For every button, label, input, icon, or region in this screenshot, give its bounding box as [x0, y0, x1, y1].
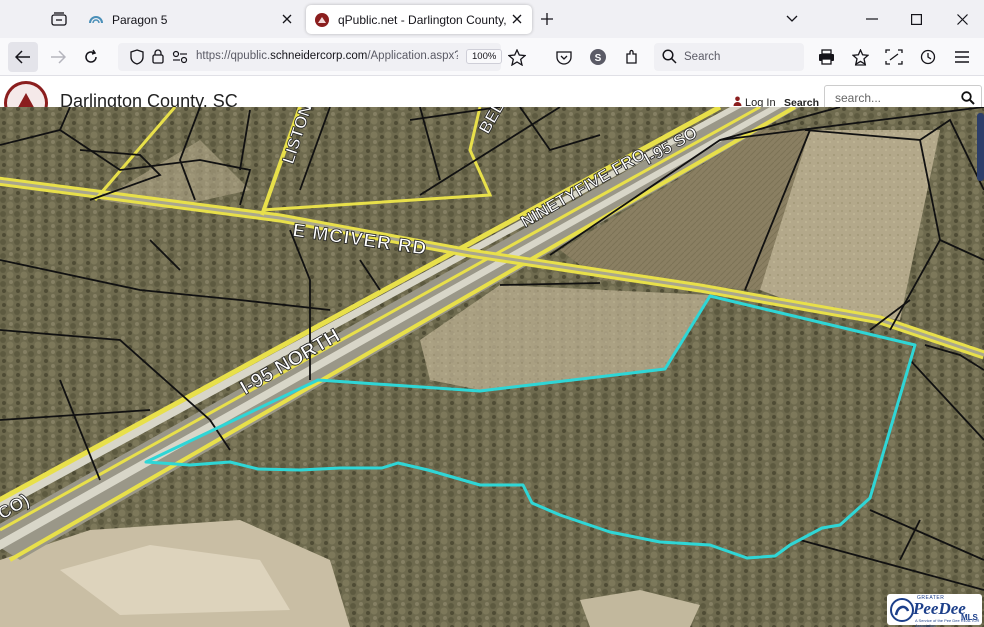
page-scrollbar[interactable]	[977, 113, 984, 181]
qpublic-icon	[314, 12, 330, 28]
tab-paragon[interactable]: Paragon 5	[80, 5, 302, 34]
site-search-input[interactable]	[835, 91, 955, 105]
peedee-mls-badge: GREATER PeeDee MLS A Service of the Pee …	[887, 594, 982, 627]
browser-search-bar[interactable]: Search	[654, 43, 804, 71]
bookmarks-star-icon[interactable]	[848, 45, 872, 69]
site-header: Darlington County, SC Log In Search	[0, 77, 984, 109]
print-icon[interactable]	[814, 45, 838, 69]
forward-button[interactable]	[46, 45, 70, 69]
svg-text:S: S	[595, 53, 602, 64]
shield-icon[interactable]	[130, 49, 144, 70]
close-tab-icon[interactable]	[510, 12, 524, 26]
address-bar[interactable]: https://qpublic.schneidercorp.com/Applic…	[118, 43, 503, 71]
back-button[interactable]	[8, 42, 38, 72]
county-seal-logo[interactable]	[4, 81, 48, 109]
account-avatar-icon[interactable]: S	[586, 45, 610, 69]
reload-button[interactable]	[79, 45, 103, 69]
list-all-tabs-icon[interactable]	[782, 9, 802, 29]
mls-logo-icon	[889, 597, 915, 623]
tab-title: qPublic.net - Darlington County, SC - Ma…	[338, 12, 510, 27]
new-tab-icon[interactable]	[538, 10, 556, 28]
tab-qpublic[interactable]: qPublic.net - Darlington County, SC - Ma…	[306, 5, 532, 34]
badge-tagline: A Service of the Pee Dee REALTOR Associa…	[915, 618, 980, 627]
close-tab-icon[interactable]	[280, 12, 294, 26]
browser-tab-strip: Paragon 5 qPublic.net - Darlington Count…	[0, 0, 984, 38]
permissions-icon[interactable]	[172, 50, 188, 69]
search-icon	[662, 49, 677, 69]
screenshot-icon[interactable]	[882, 45, 906, 69]
badge-name: PeeDee	[913, 599, 966, 618]
bookmark-star-icon[interactable]	[505, 45, 529, 69]
history-icon[interactable]	[916, 45, 940, 69]
zoom-level[interactable]: 100%	[466, 49, 503, 64]
close-window-icon[interactable]	[952, 9, 972, 29]
browser-nav-bar: https://qpublic.schneidercorp.com/Applic…	[0, 38, 984, 76]
aerial-map[interactable]: E MCIVER RD I-95 NORTH NINETYFIVE FRO I-…	[0, 107, 984, 627]
tab-overview-icon[interactable]	[48, 9, 70, 29]
url-text: https://qpublic.schneidercorp.com/Applic…	[196, 50, 458, 62]
menu-icon[interactable]	[950, 45, 974, 69]
extensions-icon[interactable]	[620, 45, 644, 69]
maximize-icon[interactable]	[906, 9, 926, 29]
tab-title: Paragon 5	[112, 12, 168, 27]
paragon-icon	[88, 12, 104, 28]
lock-icon[interactable]	[152, 49, 164, 69]
search-placeholder: Search	[684, 51, 721, 63]
pocket-icon[interactable]	[552, 45, 576, 69]
site-search-box[interactable]	[824, 85, 982, 109]
minimize-icon[interactable]	[862, 9, 882, 29]
